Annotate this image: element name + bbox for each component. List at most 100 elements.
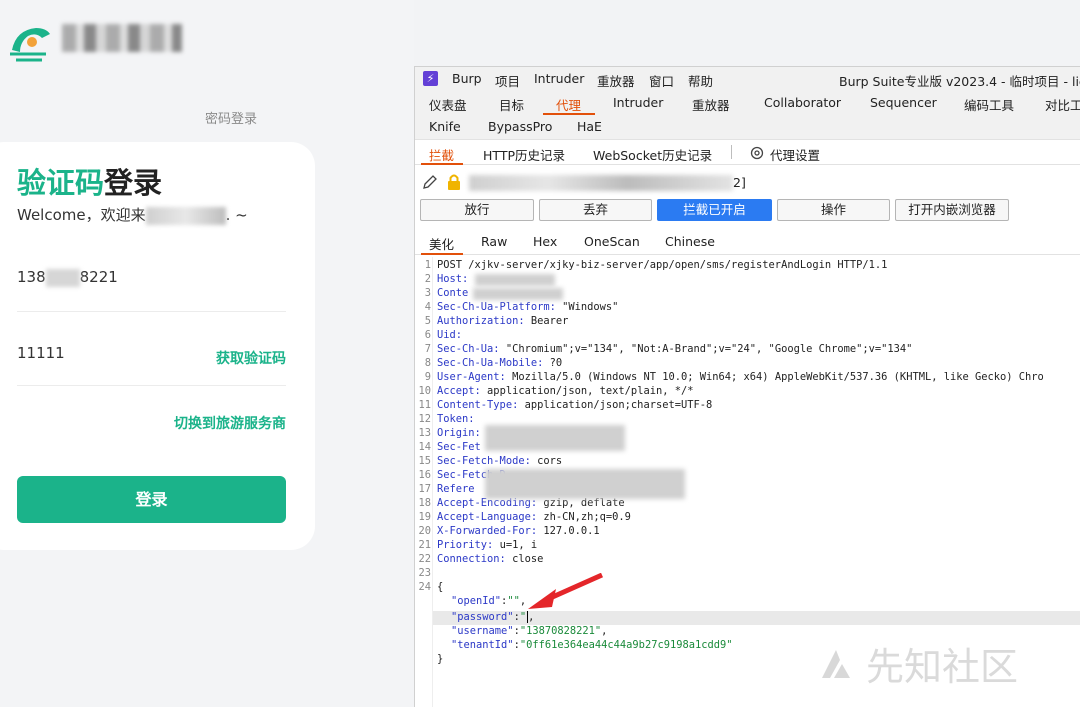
main-tabs-row2: Knife BypassPro HaE (415, 115, 1080, 139)
active-view-underline (421, 253, 463, 255)
subtab-proxy-settings[interactable]: 代理设置 (770, 145, 820, 164)
subtab-websocket-history[interactable]: WebSocket历史记录 (593, 145, 712, 164)
tab-intruder[interactable]: Intruder (613, 95, 663, 110)
get-code-button[interactable]: 获取验证码 (216, 348, 286, 368)
redacted-site-name (145, 206, 226, 225)
redacted-host (475, 274, 555, 286)
header-uid: Uid: (437, 329, 463, 341)
window-title: Burp Suite专业版 v2023.4 - 临时项目 - lic (839, 74, 1080, 89)
redacted-content (473, 288, 563, 300)
brand-name-blurred (62, 24, 182, 52)
header-host: Host: (437, 273, 469, 285)
redacted-origin (485, 425, 625, 451)
tab-proxy[interactable]: 代理 (556, 95, 581, 114)
forward-button[interactable]: 放行 (420, 199, 534, 221)
header-user-agent: User-Agent: Mozilla/5.0 (Windows NT 10.0… (437, 371, 1044, 383)
tab-knife[interactable]: Knife (429, 119, 461, 134)
body-close: } (437, 653, 444, 665)
header-referer: Refere (437, 483, 475, 495)
header-content-type: Content-Type: application/json;charset=U… (437, 399, 713, 411)
title-highlight: 验证码 (17, 166, 105, 200)
view-tab-pretty[interactable]: 美化 (429, 234, 454, 253)
header-platform: Sec-Ch-Ua-Platform: "Windows" (437, 301, 619, 313)
tab-comparer[interactable]: 对比工 (1045, 95, 1080, 114)
header-sec-ch-ua: Sec-Ch-Ua: "Chromium";v="134", "Not:A-Br… (437, 343, 913, 355)
header-x-forwarded-for: X-Forwarded-For: 127.0.0.1 (437, 525, 600, 537)
verification-code-input[interactable]: 11111 获取验证码 (17, 344, 286, 386)
body-username: "username":"13870828221", (451, 625, 608, 637)
menu-window[interactable]: 窗口 (649, 71, 674, 90)
tab-bypasspro[interactable]: BypassPro (488, 119, 552, 134)
tab-decoder[interactable]: 编码工具 (964, 95, 1014, 114)
watermark-logo-icon (822, 650, 850, 678)
tab-sequencer[interactable]: Sequencer (870, 95, 937, 110)
edit-pencil-icon[interactable] (421, 173, 439, 191)
menu-intruder[interactable]: Intruder (534, 71, 584, 86)
proxy-subtabs: 拦截 HTTP历史记录 WebSocket历史记录 代理设置 (415, 139, 1080, 165)
phone-input[interactable]: 138 8221 (17, 268, 286, 312)
view-tab-chinese[interactable]: Chinese (665, 234, 715, 249)
tab-target[interactable]: 目标 (499, 95, 524, 114)
header-accept-language: Accept-Language: zh-CN,zh;q=0.9 (437, 511, 631, 523)
main-tabs-row1: 仪表盘 目标 代理 Intruder 重放器 Collaborator Sequ… (415, 91, 1080, 115)
view-tab-onescan[interactable]: OneScan (584, 234, 640, 249)
active-subtab-underline (421, 163, 463, 165)
phone-suffix: 8221 (79, 268, 118, 286)
open-browser-button[interactable]: 打开内嵌浏览器 (895, 199, 1009, 221)
header-priority: Priority: u=1, i (437, 539, 538, 551)
menu-burp[interactable]: Burp (452, 71, 482, 86)
target-row: 2] (415, 169, 1080, 195)
lock-icon (448, 174, 460, 190)
menu-help[interactable]: 帮助 (688, 71, 713, 90)
request-line: POST /xjkv-server/xjky-biz-server/app/op… (437, 259, 888, 271)
header-token: Token: (437, 413, 475, 425)
phone-prefix: 138 (17, 268, 46, 286)
header-origin: Origin: (437, 427, 481, 439)
burp-logo-icon: ⚡ (423, 71, 438, 86)
line-number: 1 (424, 259, 431, 271)
login-button[interactable]: 登录 (17, 476, 286, 523)
settings-gear-icon (750, 146, 764, 160)
tab-hae[interactable]: HaE (577, 119, 602, 134)
header-mobile: Sec-Ch-Ua-Mobile: ?0 (437, 357, 563, 369)
header-authorization: Authorization: Bearer (437, 315, 569, 327)
header-accept: Accept: application/json, text/plain, */… (437, 385, 694, 397)
password-login-link[interactable]: 密码登录 (205, 108, 257, 127)
header-sec-fetch-mode: Sec-Fetch-Mode: cors (437, 455, 563, 467)
subtab-intercept[interactable]: 拦截 (429, 145, 454, 164)
subtab-http-history[interactable]: HTTP历史记录 (483, 145, 565, 164)
tab-dashboard[interactable]: 仪表盘 (429, 95, 467, 114)
view-tab-raw[interactable]: Raw (481, 234, 507, 249)
header-content: Conte (437, 287, 469, 299)
view-tab-hex[interactable]: Hex (533, 234, 557, 249)
body-open: { (437, 581, 444, 593)
brand-logo-icon (10, 28, 50, 62)
drop-button[interactable]: 丢弃 (539, 199, 652, 221)
burp-suite-window: ⚡ Burp 项目 Intruder 重放器 窗口 帮助 Burp Suite专… (414, 66, 1080, 707)
redacted-phone-digits (45, 268, 80, 287)
subtab-divider (731, 145, 732, 159)
switch-provider-link[interactable]: 切换到旅游服务商 (160, 413, 286, 433)
menu-repeater[interactable]: 重放器 (597, 71, 635, 90)
menu-project[interactable]: 项目 (495, 71, 520, 90)
annotation-arrow-icon (528, 573, 604, 609)
watermark-text: 先知社区 (866, 645, 1019, 689)
welcome-suffix: . ~ (225, 206, 248, 224)
title-rest: 登录 (104, 166, 163, 200)
action-button[interactable]: 操作 (777, 199, 890, 221)
menu-bar: ⚡ Burp 项目 Intruder 重放器 窗口 帮助 Burp Suite专… (415, 67, 1080, 91)
welcome-prefix: Welcome，欢迎来 (17, 206, 146, 224)
message-view-tabs: 美化 Raw Hex OneScan Chinese (415, 229, 1080, 255)
redacted-target-host (469, 175, 733, 191)
header-connection: Connection: close (437, 553, 544, 565)
body-tenantid: "tenantId":"0ff61e364ea44c44a9b27c9198a1… (451, 639, 733, 651)
code-value: 11111 (17, 344, 65, 362)
redacted-referer (485, 469, 685, 499)
header-sec-fetch-site: Sec-Fet (437, 441, 481, 453)
tab-repeater[interactable]: 重放器 (692, 95, 730, 114)
intercept-toggle-button[interactable]: 拦截已开启 (657, 199, 772, 221)
login-title: 验证码登录 (17, 160, 162, 202)
tab-collaborator[interactable]: Collaborator (764, 95, 841, 110)
body-password: "password":", (451, 611, 535, 623)
intercept-buttons: 放行 丢弃 拦截已开启 操作 打开内嵌浏览器 (415, 199, 1080, 223)
